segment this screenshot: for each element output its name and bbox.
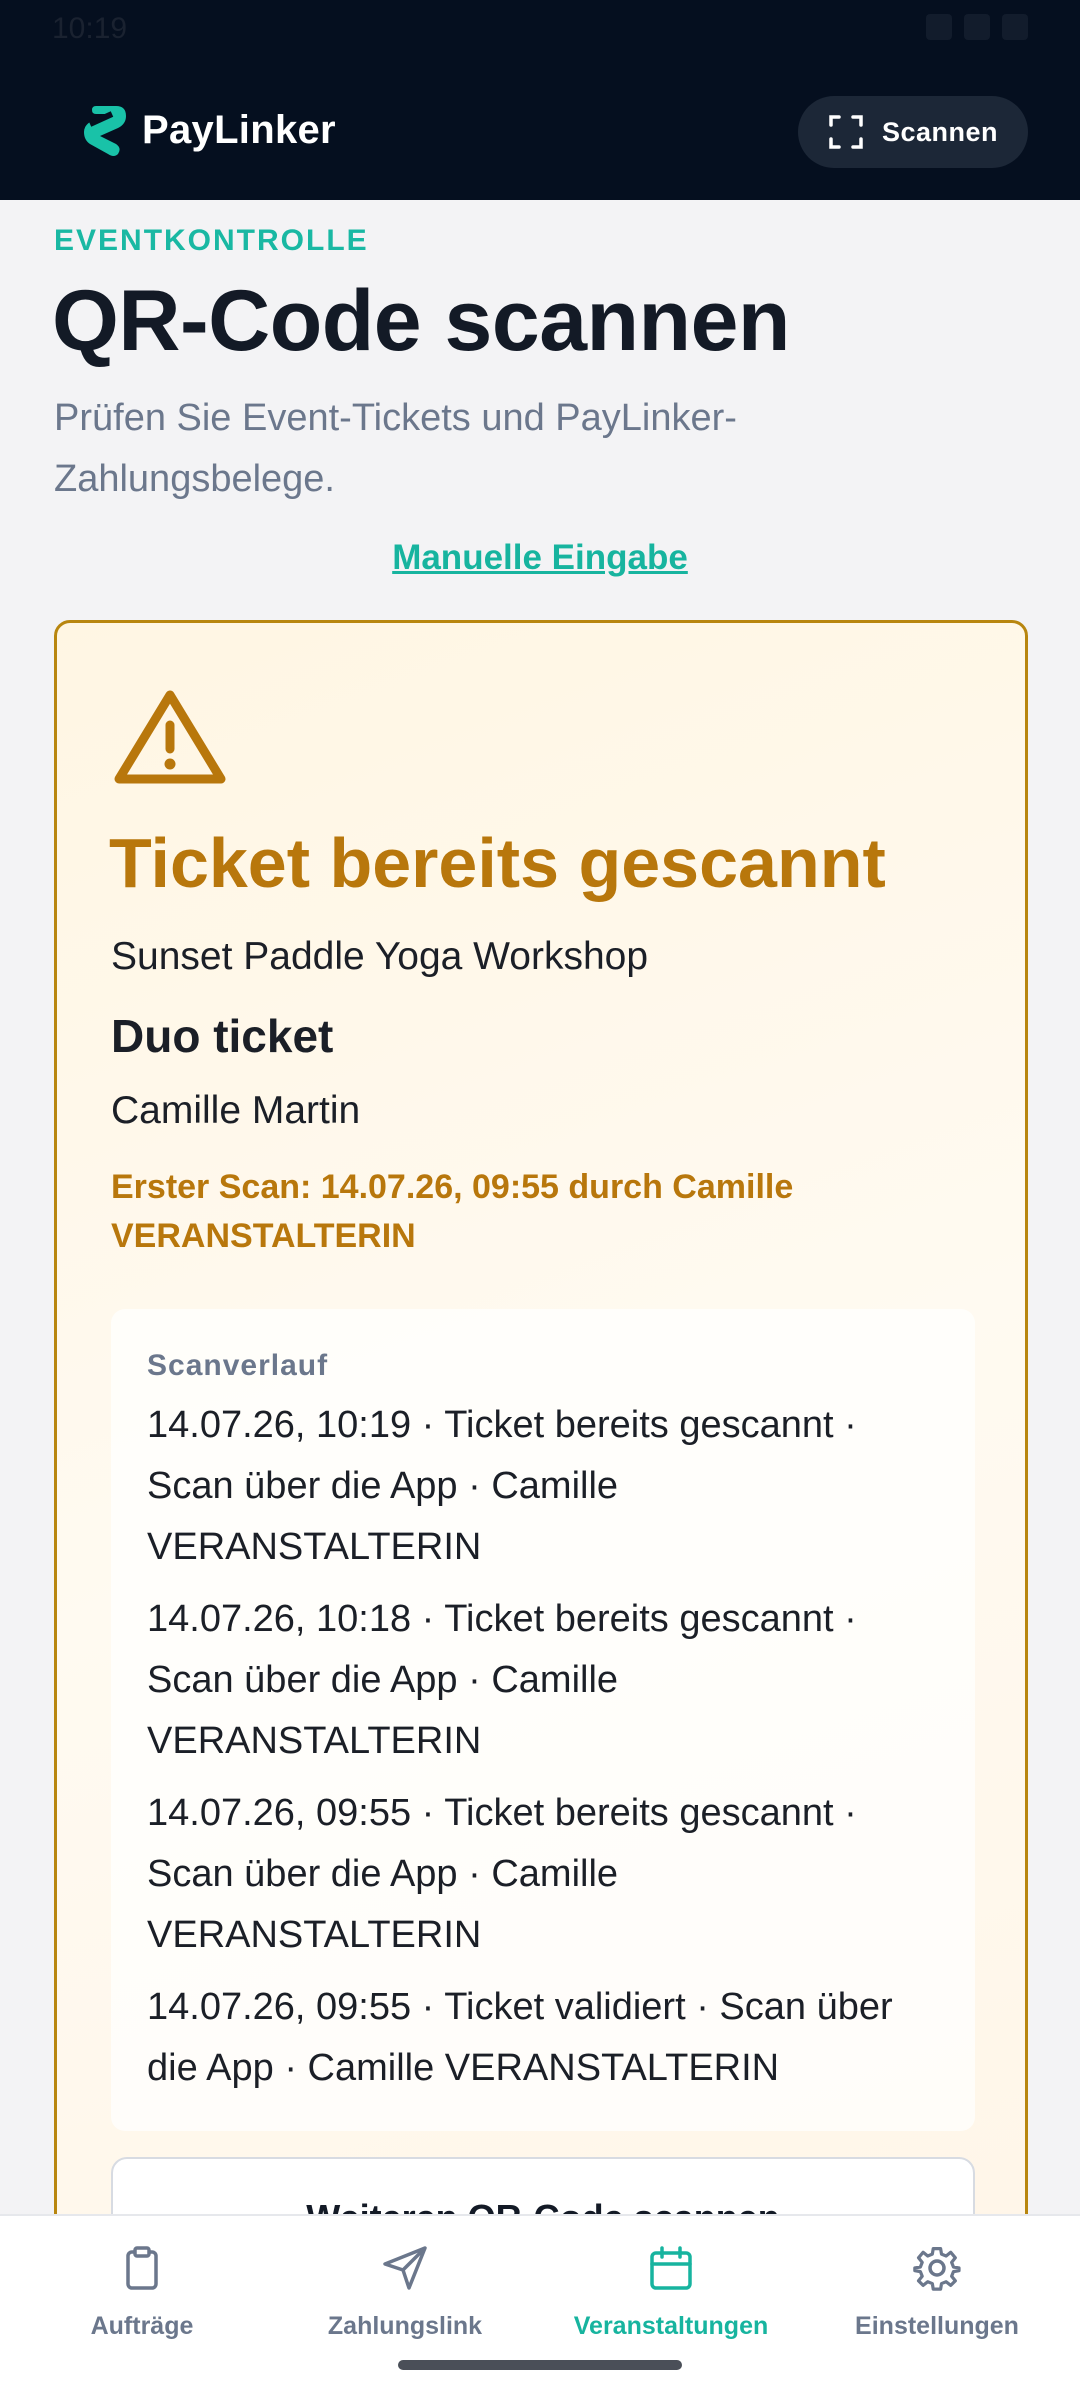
send-icon — [383, 2246, 427, 2290]
signal-icon — [964, 14, 990, 40]
status-time: 10:19 — [52, 12, 128, 45]
list-item: 14.07.26, 09:55 · Ticket validiert · Sca… — [147, 1986, 893, 2089]
nav-item-auftraege[interactable]: Aufträge — [7, 2216, 277, 2366]
nav-item-veranstaltungen[interactable]: Veranstaltungen — [536, 2216, 806, 2366]
list-item: 14.07.26, 10:19 · Ticket bereits gescann… — [147, 1404, 857, 1568]
gear-icon — [913, 2246, 961, 2291]
list-item: 14.07.26, 09:55 · Ticket bereits gescann… — [147, 1792, 857, 1956]
nav-item-einstellungen[interactable]: Einstellungen — [802, 2216, 1072, 2366]
nav-label: Aufträge — [90, 2312, 194, 2340]
nav-item-zahlungslink[interactable]: Zahlungslink — [270, 2216, 540, 2366]
status-bar: 10:19 — [0, 0, 1080, 60]
nav-label: Einstellungen — [855, 2312, 1019, 2340]
scan-result-card: Ticket bereits gescannt Sunset Paddle Yo… — [54, 620, 1028, 2400]
battery-icon — [1002, 14, 1028, 40]
page-title: QR-Code scannen — [52, 273, 790, 369]
bottom-navigation: Aufträge Zahlungslink Veranstaltungen Ei… — [0, 2214, 1080, 2400]
result-title: Ticket bereits gescannt — [109, 824, 886, 902]
manual-entry-link[interactable]: Manuelle Eingabe — [0, 538, 1080, 578]
scan-history-title: Scanverlauf — [147, 1349, 329, 1382]
status-icons — [926, 14, 1028, 40]
page-subtitle: Prüfen Sie Event-Tickets und PayLinker-Z… — [54, 397, 737, 500]
calendar-icon — [650, 2246, 692, 2290]
section-eyebrow: EVENTKONTROLLE — [54, 224, 369, 257]
first-scan-info: Erster Scan: 14.07.26, 09:55 durch Camil… — [111, 1168, 794, 1255]
wifi-icon — [926, 14, 952, 40]
ticket-type: Duo ticket — [111, 1010, 334, 1062]
app-header: 10:19 PayLinker Scannen — [0, 0, 1080, 200]
scan-frame-icon — [829, 115, 863, 149]
brand-logo[interactable]: PayLinker — [82, 102, 336, 158]
event-name: Sunset Paddle Yoga Workshop — [111, 935, 649, 978]
screen: 10:19 PayLinker Scannen EVENTKONTROLLE Q… — [0, 0, 1080, 2400]
scan-button-label: Scannen — [881, 116, 999, 147]
list-item: 14.07.26, 10:18 · Ticket bereits gescann… — [147, 1598, 857, 1762]
ticket-holder: Camille Martin — [111, 1089, 361, 1132]
paylinker-logo-icon — [84, 106, 126, 156]
header-scan-button[interactable]: Scannen — [798, 96, 1028, 168]
warning-triangle-icon — [114, 690, 226, 784]
scan-history: Scanverlauf 14.07.26, 10:19 · Ticket ber… — [111, 1309, 975, 2131]
home-indicator[interactable] — [398, 2360, 682, 2370]
brand-name: PayLinker — [142, 107, 336, 152]
nav-label: Zahlungslink — [327, 2312, 483, 2340]
nav-label: Veranstaltungen — [573, 2312, 769, 2340]
scan-history-list: 14.07.26, 10:19 · Ticket bereits gescann… — [147, 1395, 947, 2110]
clipboard-icon — [126, 2246, 158, 2290]
